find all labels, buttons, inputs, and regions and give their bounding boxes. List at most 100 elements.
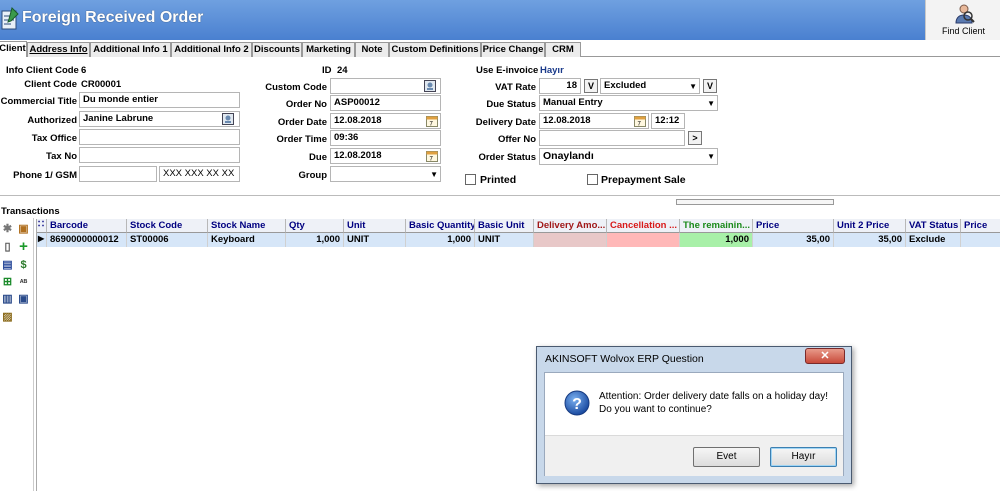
gsm-field[interactable]: XXX XXX XX XX bbox=[159, 166, 240, 182]
due-field[interactable]: 12.08.2018 bbox=[330, 148, 441, 164]
dialog-message-line-1: Attention: Order delivery date falls on … bbox=[599, 391, 829, 402]
custom-code-picker-icon[interactable] bbox=[424, 80, 436, 92]
order-date-calendar-icon[interactable]: 7 bbox=[426, 115, 438, 127]
column-header-vat-status[interactable]: VAT Status bbox=[906, 219, 961, 233]
cell-price-2[interactable] bbox=[961, 233, 1000, 247]
client-code-label: Client Code bbox=[24, 79, 77, 90]
dialog-title: AKINSOFT Wolvox ERP Question bbox=[545, 353, 704, 365]
group-select[interactable]: ▼ bbox=[330, 166, 441, 182]
group-label: Group bbox=[298, 170, 328, 181]
vat-mode-select[interactable]: Excluded ▼ bbox=[600, 78, 700, 94]
panel-splitter-handle[interactable] bbox=[676, 199, 834, 205]
close-button[interactable]: ✕ bbox=[805, 348, 845, 364]
chevron-down-icon: ▼ bbox=[707, 99, 715, 108]
column-header-stock-name[interactable]: Stock Name bbox=[208, 219, 286, 233]
column-header-remaining[interactable]: The remainin... bbox=[680, 219, 753, 233]
offer-no-button[interactable]: > bbox=[688, 131, 702, 145]
id-value: 24 bbox=[337, 65, 348, 76]
column-header-delivery-amount[interactable]: Delivery Amo... bbox=[534, 219, 607, 233]
tab-custom-definitions[interactable]: Custom Definitions bbox=[389, 42, 481, 57]
cell-basic-unit[interactable]: UNIT bbox=[475, 233, 534, 247]
vat-mode-button[interactable]: V bbox=[703, 79, 717, 93]
tab-discounts[interactable]: Discounts bbox=[252, 42, 302, 57]
cell-cancellation[interactable] bbox=[607, 233, 680, 247]
offer-no-field[interactable] bbox=[539, 130, 685, 146]
tax-no-field[interactable] bbox=[79, 147, 240, 163]
find-client-button[interactable]: Find Client bbox=[925, 0, 1000, 40]
cell-remaining[interactable]: 1,000 bbox=[680, 233, 753, 247]
column-header-barcode[interactable]: Barcode bbox=[47, 219, 127, 233]
column-header-basic-quantity[interactable]: Basic Quantity bbox=[406, 219, 475, 233]
order-no-field[interactable]: ASP00012 bbox=[330, 95, 441, 111]
order-time-field[interactable]: 09:36 bbox=[330, 130, 441, 146]
tab-address-info[interactable]: Address Info bbox=[27, 42, 90, 57]
printed-checkbox[interactable] bbox=[465, 174, 476, 185]
table-row[interactable]: ▶ 8690000000012 ST00006 Keyboard 1,000 U… bbox=[37, 233, 1000, 247]
no-button[interactable]: Hayır bbox=[770, 447, 837, 467]
order-date-field[interactable]: 12.08.2018 bbox=[330, 113, 441, 129]
vat-rate-field[interactable]: 18 bbox=[539, 78, 581, 94]
column-header-basic-unit[interactable]: Basic Unit bbox=[475, 219, 534, 233]
tab-price-change[interactable]: Price Change bbox=[481, 42, 545, 57]
new-document-icon[interactable]: ▯ bbox=[1, 241, 14, 254]
package-icon[interactable]: ▣ bbox=[17, 223, 30, 236]
cell-unit-2-price[interactable]: 35,00 bbox=[834, 233, 906, 247]
notes-icon[interactable]: ▨ bbox=[1, 311, 14, 324]
column-header-unit[interactable]: Unit bbox=[344, 219, 406, 233]
tab-additional-info-2[interactable]: Additional Info 2 bbox=[171, 42, 252, 57]
tab-crm[interactable]: CRM bbox=[545, 42, 581, 57]
commercial-title-label: Commercial Title bbox=[0, 96, 77, 107]
cell-vat-status[interactable]: Exclude bbox=[906, 233, 961, 247]
cell-unit[interactable]: UNIT bbox=[344, 233, 406, 247]
cell-stock-name[interactable]: Keyboard bbox=[208, 233, 286, 247]
order-status-select[interactable]: Onaylandı ▼ bbox=[539, 148, 718, 165]
prepayment-checkbox[interactable] bbox=[587, 174, 598, 185]
delivery-time-field[interactable]: 12:12 bbox=[651, 113, 685, 129]
yes-button[interactable]: Evet bbox=[693, 447, 760, 467]
column-header-qty[interactable]: Qty bbox=[286, 219, 344, 233]
rename-icon[interactable]: ᴬᴮ bbox=[17, 276, 30, 289]
list-icon[interactable]: ▤ bbox=[1, 259, 14, 272]
vat-rate-button[interactable]: V bbox=[584, 79, 598, 93]
barcode-icon[interactable]: ▥ bbox=[1, 293, 14, 306]
column-header-unit-2-price[interactable]: Unit 2 Price bbox=[834, 219, 906, 233]
delivery-date-calendar-icon[interactable]: 7 bbox=[634, 115, 646, 127]
order-status-label: Order Status bbox=[478, 152, 536, 163]
cell-price[interactable]: 35,00 bbox=[753, 233, 834, 247]
contact-picker-icon[interactable] bbox=[222, 113, 234, 125]
svg-text:?: ? bbox=[572, 396, 582, 413]
column-header-stock-code[interactable]: Stock Code bbox=[127, 219, 208, 233]
transactions-grid: ∷ Barcode Stock Code Stock Name Qty Unit… bbox=[36, 219, 1000, 491]
dialog-message-line-2: Do you want to continue? bbox=[599, 404, 712, 415]
tab-note[interactable]: Note bbox=[355, 42, 389, 57]
insert-icon[interactable]: ⊞ bbox=[1, 276, 14, 289]
due-status-select[interactable]: Manual Entry ▼ bbox=[539, 95, 718, 111]
add-row-icon[interactable]: + bbox=[17, 239, 30, 254]
column-header-price-2[interactable]: Price bbox=[961, 219, 1000, 233]
delivery-date-field[interactable]: 12.08.2018 bbox=[539, 113, 649, 129]
cell-stock-code[interactable]: ST00006 bbox=[127, 233, 208, 247]
column-header-price[interactable]: Price bbox=[753, 219, 834, 233]
tax-no-label: Tax No bbox=[46, 151, 77, 162]
tab-additional-info-1[interactable]: Additional Info 1 bbox=[90, 42, 171, 57]
cell-qty[interactable]: 1,000 bbox=[286, 233, 344, 247]
chevron-down-icon: ▼ bbox=[430, 170, 438, 179]
due-calendar-icon[interactable]: 7 bbox=[426, 150, 438, 162]
column-header-cancellation[interactable]: Cancellation ... bbox=[607, 219, 680, 233]
tax-office-field[interactable] bbox=[79, 129, 240, 145]
commercial-title-field[interactable]: Du monde entier bbox=[79, 92, 240, 108]
title-bar: Foreign Received Order bbox=[0, 0, 1000, 40]
cell-delivery-amount[interactable] bbox=[534, 233, 607, 247]
authorized-field[interactable]: Janine Labrune bbox=[79, 111, 240, 127]
cell-barcode[interactable]: 8690000000012 bbox=[47, 233, 127, 247]
section-divider bbox=[0, 195, 1000, 196]
phone-field[interactable] bbox=[79, 166, 157, 182]
order-status-value: Onaylandı bbox=[543, 150, 594, 162]
phone-label: Phone 1/ GSM bbox=[13, 170, 77, 181]
settings-gear-icon[interactable]: ✱ bbox=[1, 223, 14, 236]
tab-marketing[interactable]: Marketing bbox=[302, 42, 355, 57]
tab-client[interactable]: Client bbox=[0, 41, 27, 57]
window-icon[interactable]: ▣ bbox=[17, 293, 30, 306]
price-icon[interactable]: $ bbox=[17, 259, 30, 272]
cell-basic-quantity[interactable]: 1,000 bbox=[406, 233, 475, 247]
